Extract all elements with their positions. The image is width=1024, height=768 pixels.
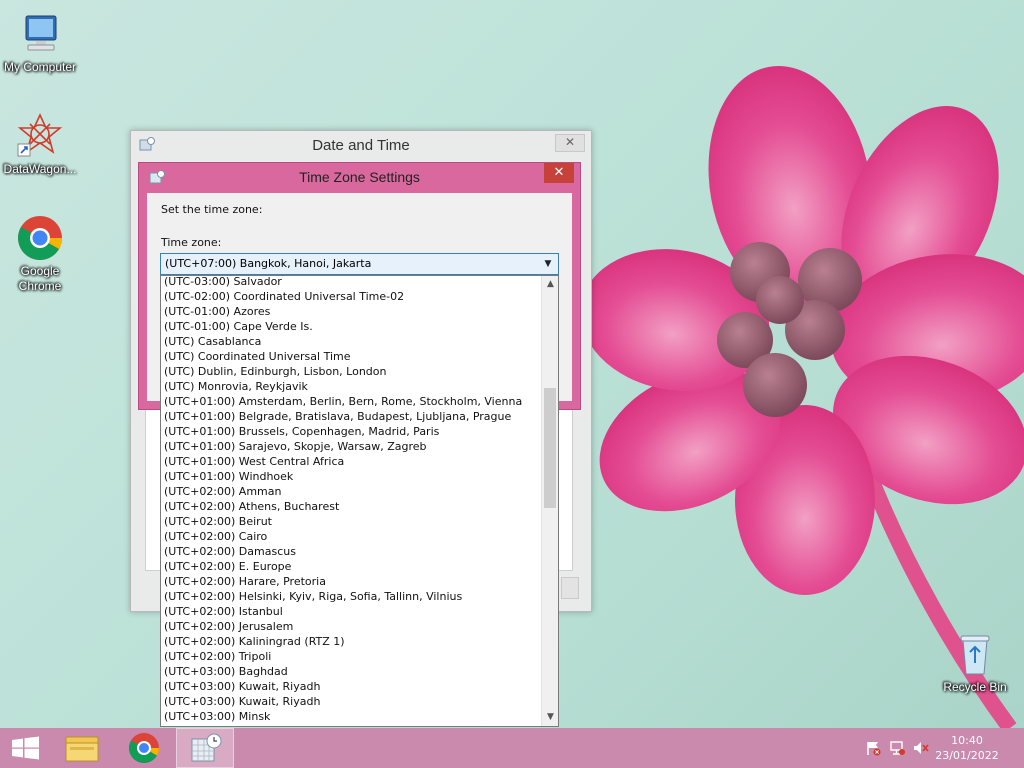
clock-date: 23/01/2022	[935, 749, 999, 762]
time-zone-option[interactable]: (UTC) Coordinated Universal Time	[161, 349, 543, 364]
desktop-icon-datawagon[interactable]: DataWagon...	[0, 112, 80, 177]
time-zone-option[interactable]: (UTC+02:00) Amman	[161, 484, 543, 499]
time-zone-option[interactable]: (UTC+02:00) Beirut	[161, 514, 543, 529]
time-zone-prompt: Set the time zone:	[161, 203, 263, 216]
datawagon-icon	[16, 112, 64, 160]
time-zone-option[interactable]: (UTC+02:00) Istanbul	[161, 604, 543, 619]
time-zone-option[interactable]: (UTC-01:00) Cape Verde Is.	[161, 319, 543, 334]
time-zone-option[interactable]: (UTC) Casablanca	[161, 334, 543, 349]
desktop-icon-my-computer[interactable]: My Computer	[0, 10, 80, 75]
scrollbar-thumb[interactable]	[544, 388, 556, 508]
time-zone-option[interactable]: (UTC+01:00) West Central Africa	[161, 454, 543, 469]
desktop-icon-label: My Computer	[3, 60, 77, 74]
windows-logo-icon	[12, 736, 39, 760]
scroll-up-arrow-icon[interactable]: ▲	[542, 276, 558, 293]
clock-time: 10:40	[951, 734, 983, 747]
action-center-flag-icon[interactable]	[864, 740, 882, 756]
dialog-title: Time Zone Settings	[299, 169, 420, 185]
time-zone-option[interactable]: (UTC+03:00) Kuwait, Riyadh	[161, 679, 543, 694]
time-zone-dropdown-list[interactable]: (UTC-03:00) Salvador (UTC-02:00) Coordina…	[160, 275, 559, 727]
time-zone-option[interactable]: (UTC+01:00) Sarajevo, Skopje, Warsaw, Za…	[161, 439, 543, 454]
time-zone-option[interactable]: (UTC+02:00) Athens, Bucharest	[161, 499, 543, 514]
desktop-icon-label: Google Chrome	[18, 264, 62, 293]
time-zone-option[interactable]: (UTC+02:00) Kaliningrad (RTZ 1)	[161, 634, 543, 649]
time-zone-option[interactable]: (UTC+02:00) Damascus	[161, 544, 543, 559]
time-zone-option[interactable]: (UTC+02:00) Cairo	[161, 529, 543, 544]
dropdown-scrollbar[interactable]: ▲ ▼	[541, 276, 558, 726]
time-zone-option[interactable]: (UTC) Monrovia, Reykjavik	[161, 379, 543, 394]
close-button[interactable]: ✕	[544, 163, 574, 183]
folder-icon	[65, 736, 99, 762]
volume-muted-icon[interactable]	[912, 740, 930, 756]
chrome-icon	[128, 733, 159, 764]
window-title: Date and Time	[312, 137, 410, 154]
time-zone-option[interactable]: (UTC+01:00) Amsterdam, Berlin, Bern, Rom…	[161, 394, 543, 409]
time-zone-select[interactable]: (UTC+07:00) Bangkok, Hanoi, Jakarta ▼	[160, 253, 559, 275]
taskbar: 10:40 23/01/2022	[0, 728, 1024, 768]
close-button[interactable]: ✕	[555, 134, 585, 152]
computer-icon	[16, 10, 64, 58]
time-zone-option[interactable]: (UTC+03:00) Baghdad	[161, 664, 543, 679]
taskbar-file-explorer[interactable]	[56, 728, 108, 768]
desktop-icon-label: DataWagon...	[3, 162, 77, 176]
time-zone-option[interactable]: (UTC-02:00) Coordinated Universal Time-0…	[161, 289, 543, 304]
time-zone-option[interactable]: (UTC) Dublin, Edinburgh, Lisbon, London	[161, 364, 543, 379]
scroll-down-arrow-icon[interactable]: ▼	[542, 709, 558, 726]
time-zone-option[interactable]: (UTC+02:00) E. Europe	[161, 559, 543, 574]
taskbar-date-and-time[interactable]	[176, 728, 234, 768]
network-icon[interactable]	[888, 740, 906, 756]
desktop-icon-label: Recycle Bin	[943, 680, 1007, 694]
recycle-bin-icon	[951, 630, 999, 678]
time-zone-option[interactable]: (UTC+02:00) Harare, Pretoria	[161, 574, 543, 589]
window-button[interactable]	[561, 577, 579, 599]
time-zone-option[interactable]: (UTC+02:00) Tripoli	[161, 649, 543, 664]
time-zone-option[interactable]: (UTC-03:00) Salvador	[161, 276, 543, 289]
time-zone-option[interactable]: (UTC+01:00) Belgrade, Bratislava, Budape…	[161, 409, 543, 424]
time-zone-selected-value: (UTC+07:00) Bangkok, Hanoi, Jakarta	[165, 257, 372, 270]
desktop-icon-recycle-bin[interactable]: Recycle Bin	[935, 630, 1015, 695]
taskbar-google-chrome[interactable]	[118, 728, 170, 768]
time-zone-option[interactable]: (UTC+01:00) Brussels, Copenhagen, Madrid…	[161, 424, 543, 439]
time-zone-option[interactable]: (UTC+03:00) Moscow, St. Petersburg, Volg…	[161, 724, 543, 726]
time-zone-option[interactable]: (UTC+02:00) Helsinki, Kyiv, Riga, Sofia,…	[161, 589, 543, 604]
time-zone-option[interactable]: (UTC+03:00) Kuwait, Riyadh	[161, 694, 543, 709]
time-zone-option[interactable]: (UTC+02:00) Jerusalem	[161, 619, 543, 634]
taskbar-clock[interactable]: 10:40 23/01/2022	[932, 733, 1002, 763]
time-zone-options: (UTC-03:00) Salvador (UTC-02:00) Coordina…	[161, 276, 543, 726]
time-zone-label: Time zone:	[161, 236, 222, 249]
chrome-icon	[16, 214, 64, 262]
chevron-down-icon[interactable]: ▼	[542, 254, 554, 274]
time-zone-option[interactable]: (UTC+03:00) Minsk	[161, 709, 543, 724]
desktop-icon-google-chrome[interactable]: Google Chrome	[0, 214, 80, 294]
time-zone-option[interactable]: (UTC+01:00) Windhoek	[161, 469, 543, 484]
time-zone-option[interactable]: (UTC-01:00) Azores	[161, 304, 543, 319]
calendar-clock-icon	[191, 733, 222, 762]
start-button[interactable]	[0, 728, 52, 768]
